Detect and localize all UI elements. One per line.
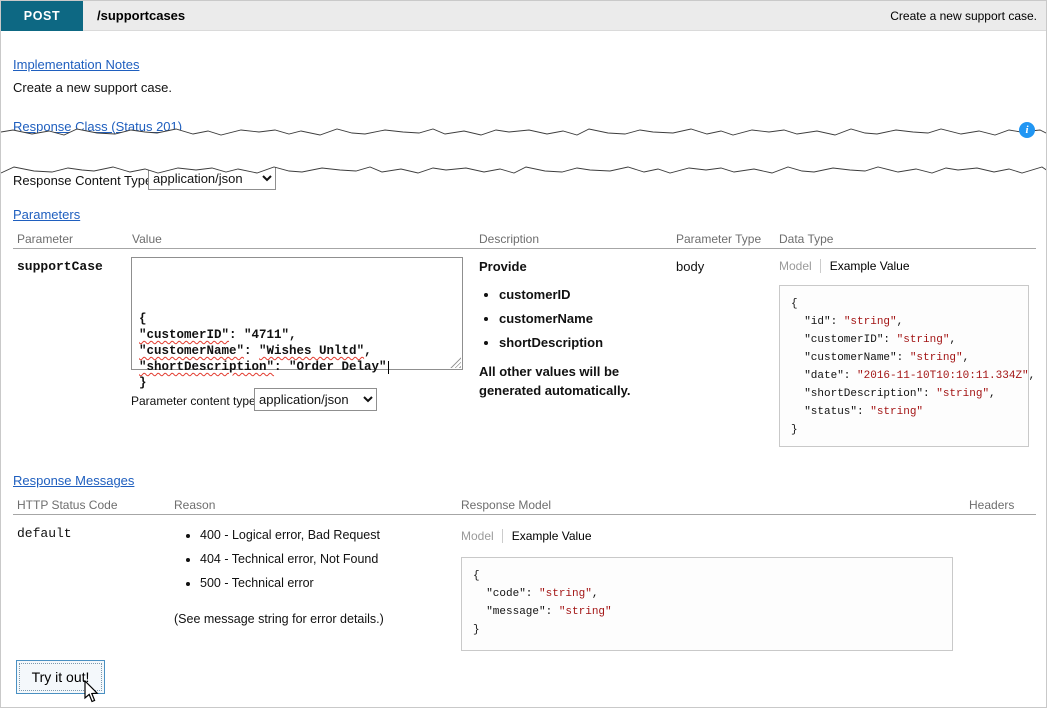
response-messages-title: Response Messages (13, 473, 134, 488)
response-model-tabs: Model Example Value (461, 529, 592, 543)
mouse-cursor-icon (83, 680, 100, 704)
code-line: "shortDescription": "Order Delay" (139, 359, 455, 375)
reason-note: (See message string for error details.) (174, 612, 384, 626)
example-value-box: { "id": "string", "customerID": "string"… (779, 285, 1029, 447)
parameter-content-type-label: Parameter content type: (131, 394, 259, 408)
implementation-notes-title: Implementation Notes (13, 57, 139, 72)
col-reason: Reason (174, 498, 215, 512)
endpoint-summary-link[interactable]: Create a new support case. (890, 1, 1037, 31)
description-bullet-list: customerID customerName shortDescription (479, 287, 684, 350)
endpoint-header-bar[interactable]: POST /supportcases Create a new support … (1, 1, 1046, 31)
code-line: "code": "string", (473, 585, 941, 603)
code-line: "status": "string" (791, 403, 1017, 421)
col-data-type: Data Type (779, 232, 833, 246)
code-line: { (139, 311, 455, 327)
code-line: { (473, 567, 941, 585)
parameter-description: Provide customerID customerName shortDescr… (479, 259, 684, 401)
http-method-badge: POST (1, 1, 83, 31)
col-value: Value (132, 232, 162, 246)
list-item: customerName (499, 311, 684, 326)
list-item: shortDescription (499, 335, 684, 350)
response-tab-example-value[interactable]: Example Value (502, 529, 592, 543)
api-endpoint-page: POST /supportcases Create a new support … (0, 0, 1047, 708)
description-intro: Provide (479, 259, 684, 274)
response-class-title: Response Class (Status 201) (13, 119, 182, 134)
code-line: "customerName": "Wishes Unltd", (139, 343, 455, 359)
code-line: "message": "string" (473, 603, 941, 621)
list-item: 500 - Technical error (200, 576, 480, 590)
response-status-code: default (17, 526, 72, 541)
code-line: "customerID": "4711", (139, 327, 455, 343)
col-parameter: Parameter (17, 232, 73, 246)
code-line: "id": "string", (791, 313, 1017, 331)
code-line: { (791, 295, 1017, 313)
info-icon-glyph: i (1025, 124, 1028, 136)
response-content-type-select[interactable]: application/json (148, 166, 276, 190)
parameter-name: supportCase (17, 259, 103, 274)
list-item: customerID (499, 287, 684, 302)
code-line: "date": "2016-11-10T10:10:11.334Z", (791, 367, 1017, 385)
col-parameter-type: Parameter Type (676, 232, 761, 246)
parameters-header-rule (13, 248, 1036, 249)
response-tab-model[interactable]: Model (461, 529, 494, 543)
code-line: } (791, 421, 1017, 439)
col-response-model: Response Model (461, 498, 551, 512)
parameter-content-type-select[interactable]: application/json (254, 388, 377, 411)
parameter-type-value: body (676, 259, 704, 274)
data-type-tabs: Model Example Value (779, 259, 910, 273)
col-headers: Headers (969, 498, 1014, 512)
col-description: Description (479, 232, 539, 246)
parameter-value-editor[interactable]: {"customerID": "4711","customerName": "W… (131, 257, 463, 370)
response-header-rule (13, 514, 1036, 515)
code-line: "customerName": "string", (791, 349, 1017, 367)
reason-list: 400 - Logical error, Bad Request 404 - Te… (186, 528, 480, 600)
col-http-status-code: HTTP Status Code (17, 498, 118, 512)
response-content-type-label: Response Content Type (13, 173, 152, 188)
list-item: 404 - Technical error, Not Found (200, 552, 480, 566)
info-icon[interactable]: i (1019, 122, 1035, 138)
code-line: "shortDescription": "string", (791, 385, 1017, 403)
tab-example-value[interactable]: Example Value (820, 259, 910, 273)
implementation-notes-body: Create a new support case. (13, 80, 172, 95)
description-note: All other values will be generated autom… (479, 363, 654, 401)
list-item: 400 - Logical error, Bad Request (200, 528, 480, 542)
endpoint-path-link[interactable]: /supportcases (97, 1, 185, 31)
response-model-box: { "code": "string", "message": "string"} (461, 557, 953, 651)
code-line: } (473, 621, 941, 639)
tab-model[interactable]: Model (779, 259, 812, 273)
code-line: "customerID": "string", (791, 331, 1017, 349)
parameters-title: Parameters (13, 207, 80, 222)
